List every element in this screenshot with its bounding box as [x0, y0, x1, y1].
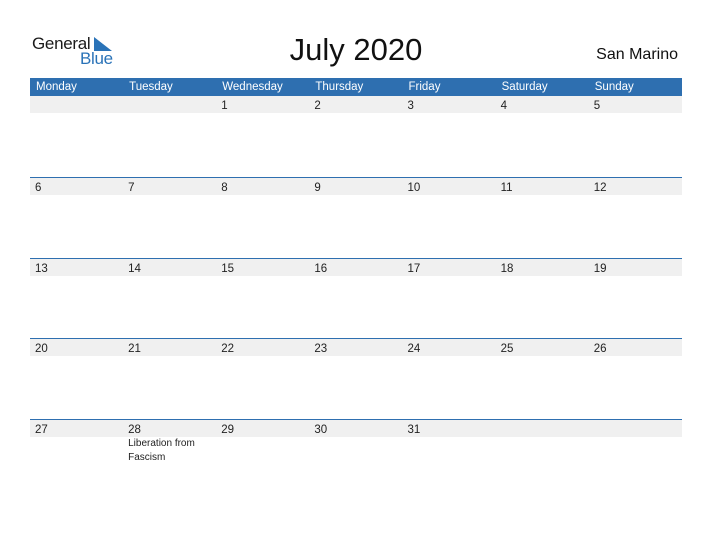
date-band: 13 14 15 16 17 18 19 [30, 258, 682, 276]
day-number: 24 [407, 343, 421, 355]
day-cell: 17 [403, 259, 496, 276]
day-cell: 5 [589, 96, 682, 113]
date-band: 6 7 8 9 10 11 12 [30, 178, 682, 195]
day-number: 9 [314, 182, 321, 194]
weekday-header: Monday Tuesday Wednesday Thursday Friday… [30, 78, 682, 96]
week-row: 13 14 15 16 17 18 19 [30, 257, 682, 339]
day-cell [589, 420, 682, 437]
day-number: 13 [35, 262, 48, 275]
country-label: San Marino [596, 46, 678, 63]
day-cell: 18 [496, 259, 589, 276]
day-number: 18 [500, 262, 514, 275]
day-cell [30, 96, 123, 113]
day-number: 2 [314, 100, 321, 112]
day-cell: 21 [123, 339, 216, 356]
week-row: 6 7 8 9 10 11 12 [30, 177, 682, 258]
day-cell: 1 [216, 96, 309, 113]
day-cell: 4 [496, 96, 589, 113]
day-cell: 19 [589, 259, 682, 276]
day-number: 27 [35, 423, 48, 436]
weekday-monday: Monday [36, 81, 77, 93]
day-cell: 15 [216, 259, 309, 276]
day-number: 5 [593, 100, 601, 112]
day-number: 20 [35, 343, 48, 355]
day-cell: 8 [216, 178, 309, 195]
day-number: 10 [407, 182, 421, 194]
day-cell: 14 [123, 259, 216, 276]
day-cell: 25 [496, 339, 589, 356]
week-row: 1 2 3 4 5 [30, 96, 682, 177]
day-cell: 2 [309, 96, 402, 113]
day-cell: 16 [309, 259, 402, 276]
weekday-thursday: Thursday [315, 81, 364, 93]
day-number: 15 [221, 262, 235, 275]
day-number: 4 [500, 100, 508, 112]
day-number: 8 [221, 182, 228, 194]
day-number: 26 [593, 343, 607, 355]
day-number: 25 [500, 343, 514, 355]
day-number: 12 [593, 182, 607, 194]
day-number: 31 [407, 423, 421, 436]
weeks-container: 1 2 3 4 5 6 7 8 9 10 11 12 13 14 15 16 17 18 19 20 21 22 23 24 2… [30, 96, 682, 499]
date-band: 1 2 3 4 5 [30, 96, 682, 113]
day-cell: 28 Liberation from Fascism [123, 420, 216, 463]
day-number: 30 [314, 423, 328, 436]
day-cell [496, 420, 589, 437]
date-band: 20 21 22 23 24 25 26 [30, 339, 682, 356]
day-cell: 31 [403, 420, 496, 437]
day-number: 11 [500, 182, 513, 194]
day-number: 1 [221, 100, 228, 112]
day-cell: 10 [403, 178, 496, 195]
day-cell: 13 [30, 259, 123, 276]
day-number: 28 [128, 423, 141, 436]
weekday-friday: Friday [408, 81, 441, 93]
weekday-wednesday: Wednesday [222, 81, 283, 93]
day-cell: 22 [216, 339, 309, 356]
day-cell: 27 [30, 420, 123, 437]
day-cell: 12 [589, 178, 682, 195]
day-number: 17 [407, 262, 421, 275]
weekday-tuesday: Tuesday [129, 81, 173, 93]
day-number: 19 [593, 262, 607, 275]
day-number: 23 [314, 343, 328, 355]
day-cell: 9 [309, 178, 402, 195]
day-number: 21 [128, 343, 141, 355]
weekday-sunday: Sunday [594, 81, 634, 93]
day-number: 3 [407, 100, 414, 112]
day-cell: 7 [123, 178, 216, 195]
day-cell [123, 96, 216, 113]
day-number: 7 [128, 182, 135, 194]
day-cell: 11 [496, 178, 589, 195]
week-row: 20 21 22 23 24 25 26 [30, 338, 682, 419]
day-number: 14 [128, 262, 141, 275]
day-number: 22 [221, 343, 235, 355]
day-cell: 20 [30, 339, 123, 356]
day-cell: 26 [589, 339, 682, 356]
day-cell: 3 [403, 96, 496, 113]
day-number: 6 [35, 182, 42, 194]
calendar-grid: Monday Tuesday Wednesday Thursday Friday… [30, 78, 682, 499]
holiday-event: Liberation from Fascism [128, 437, 195, 463]
day-cell: 6 [30, 178, 123, 195]
day-number: 16 [314, 262, 328, 275]
week-row: 27 28 Liberation from Fascism 29 30 31 [30, 418, 682, 500]
date-band: 27 28 Liberation from Fascism 29 30 31 [30, 419, 682, 463]
day-cell: 30 [309, 420, 402, 437]
day-cell: 23 [309, 339, 402, 356]
day-cell: 29 [216, 420, 309, 437]
weekday-saturday: Saturday [501, 81, 548, 93]
day-cell: 24 [403, 339, 496, 356]
day-number: 29 [221, 423, 235, 436]
